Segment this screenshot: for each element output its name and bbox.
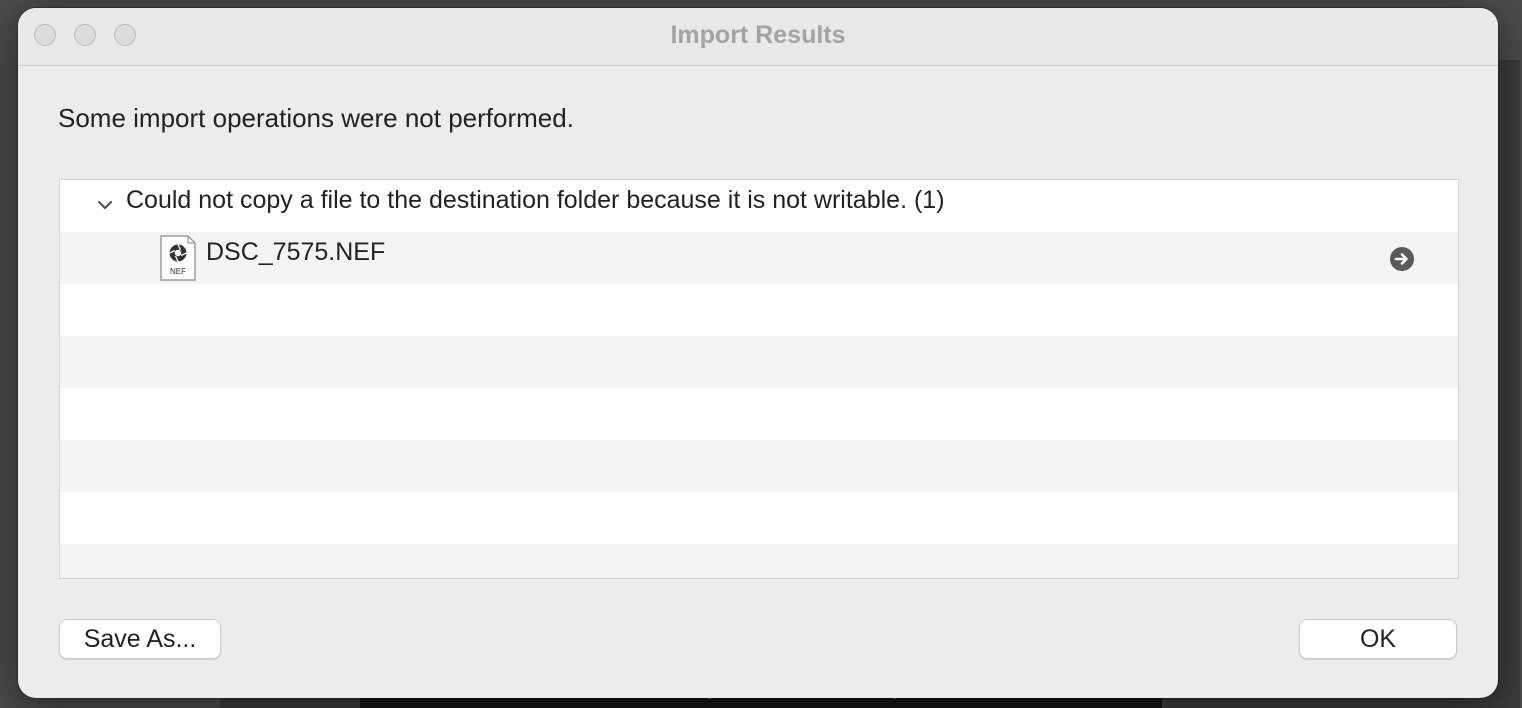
empty-row [60,336,1458,388]
empty-row [60,440,1458,492]
empty-row [60,544,1458,578]
dialog-message: Some import operations were not performe… [58,103,574,133]
reveal-arrow-icon[interactable] [1389,246,1415,272]
save-as-button[interactable]: Save As... [59,619,221,659]
results-list: Could not copy a file to the destination… [59,179,1459,579]
ok-button[interactable]: OK [1299,619,1457,659]
empty-row [60,388,1458,440]
empty-row [60,284,1458,336]
error-group-label: Could not copy a file to the destination… [126,186,945,214]
file-row[interactable]: NEF DSC_7575.NEF [60,232,1458,284]
dialog-title: Import Results [670,21,846,49]
empty-row [60,492,1458,544]
chevron-down-icon[interactable] [94,194,116,216]
error-group-row[interactable]: Could not copy a file to the destination… [60,180,1458,232]
dialog-titlebar: Import Results [18,8,1498,66]
file-icon-label: NEF [170,267,186,276]
file-name: DSC_7575.NEF [206,238,386,266]
import-results-dialog: Import Results Some import operations we… [18,8,1498,698]
nef-file-icon: NEF [160,235,196,281]
